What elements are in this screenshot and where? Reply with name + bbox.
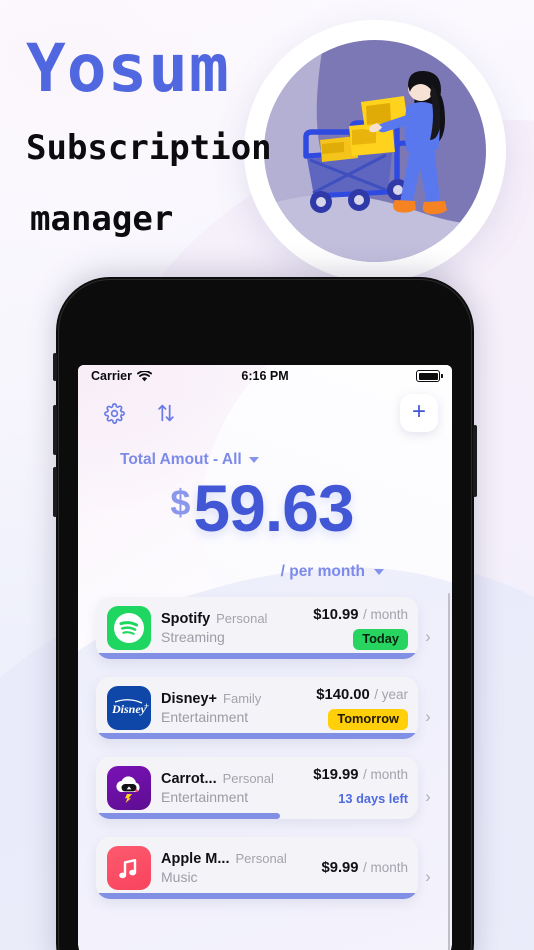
renewal-progress-bar bbox=[96, 653, 418, 660]
subscription-name: Spotify bbox=[161, 611, 211, 628]
subscription-list: Spotify Personal Streaming $10.99 / mont… bbox=[78, 597, 452, 917]
subscription-card-spotify[interactable]: Spotify Personal Streaming $10.99 / mont… bbox=[96, 597, 418, 660]
subscription-price-block: $19.99 / month 13 days left bbox=[309, 766, 408, 810]
renewal-progress-bar bbox=[96, 893, 418, 900]
subscription-price-block: $10.99 / month Today bbox=[309, 606, 408, 651]
person-pulling-cart-with-boxes-icon bbox=[264, 40, 486, 262]
brand-subtitle-line-1: Subscription bbox=[26, 128, 272, 168]
subscription-price: $140.00 bbox=[316, 687, 370, 704]
disney-plus-icon: Disney + bbox=[107, 686, 151, 731]
renewal-progress-bar bbox=[96, 733, 418, 740]
list-item[interactable]: Disney + Disney+ Family Entertainment $1… bbox=[96, 677, 438, 757]
phone-device-frame: Carrier 6:16 PM + Total Amout - All $ 59… bbox=[53, 277, 477, 950]
total-amount-filter[interactable]: Total Amout - All bbox=[120, 451, 452, 469]
period-label: / per month bbox=[280, 563, 365, 580]
phone-mute-switch[interactable] bbox=[53, 353, 57, 381]
chevron-right-icon[interactable]: › bbox=[418, 867, 438, 887]
renewal-progress-bar bbox=[96, 813, 418, 820]
list-item[interactable]: Spotify Personal Streaming $10.99 / mont… bbox=[96, 597, 438, 677]
chevron-down-icon bbox=[248, 457, 259, 463]
subscription-texts: Carrot... Personal Entertainment bbox=[161, 771, 309, 805]
total-summary: Total Amout - All $ 59.63 / per month bbox=[78, 439, 452, 581]
hero-illustration-badge bbox=[244, 20, 506, 282]
subscription-cycle: / month bbox=[362, 767, 408, 783]
spotify-icon bbox=[107, 606, 151, 651]
subscription-name: Disney+ bbox=[161, 691, 218, 708]
status-badge: Today bbox=[353, 629, 408, 651]
add-subscription-button[interactable]: + bbox=[400, 394, 438, 432]
phone-volume-down-button[interactable] bbox=[53, 467, 57, 517]
subscription-category: Entertainment bbox=[161, 789, 249, 806]
status-bar-clock: 6:16 PM bbox=[241, 369, 289, 383]
ios-status-bar: Carrier 6:16 PM bbox=[78, 365, 452, 387]
list-item[interactable]: Apple M... Personal Music $9.99 / month bbox=[96, 837, 438, 917]
subscription-plan: Family bbox=[223, 691, 262, 707]
subscription-category: Music bbox=[161, 869, 198, 886]
status-badge: 13 days left bbox=[338, 791, 408, 807]
gear-icon[interactable] bbox=[100, 399, 128, 427]
sort-arrows-icon[interactable] bbox=[152, 399, 180, 427]
subscription-card-apple-music[interactable]: Apple M... Personal Music $9.99 / month bbox=[96, 837, 418, 900]
subscription-category: Entertainment bbox=[161, 709, 249, 726]
status-badge: Tomorrow bbox=[328, 709, 408, 731]
total-amount-value: 59.63 bbox=[193, 471, 354, 545]
apple-music-icon bbox=[107, 846, 151, 891]
subscription-price: $19.99 bbox=[313, 767, 359, 784]
phone-power-button[interactable] bbox=[473, 425, 477, 497]
brand-subtitle-line-2: manager bbox=[30, 199, 174, 240]
subscription-price-block: $140.00 / year Tomorrow bbox=[312, 686, 408, 731]
total-amount-row: $ 59.63 bbox=[78, 475, 452, 541]
subscription-name: Apple M... bbox=[161, 851, 230, 868]
list-scrollbar[interactable] bbox=[447, 593, 450, 950]
list-item[interactable]: Carrot... Personal Entertainment $19.99 … bbox=[96, 757, 438, 837]
brand-title: Yosum bbox=[26, 30, 230, 107]
chevron-right-icon[interactable]: › bbox=[418, 787, 438, 807]
svg-text:+: + bbox=[144, 701, 149, 711]
hero-illustration bbox=[264, 40, 486, 262]
subscription-texts: Disney+ Family Entertainment bbox=[161, 691, 312, 725]
brand-header: Yosum Subscription manager bbox=[26, 36, 272, 245]
carrot-weather-icon bbox=[107, 766, 151, 811]
chevron-right-icon[interactable]: › bbox=[418, 707, 438, 727]
svg-text:Disney: Disney bbox=[111, 702, 147, 716]
subscription-texts: Spotify Personal Streaming bbox=[161, 611, 309, 645]
currency-symbol: $ bbox=[170, 482, 191, 523]
phone-volume-up-button[interactable] bbox=[53, 405, 57, 455]
subscription-plan: Personal bbox=[235, 851, 287, 867]
phone-screen: Carrier 6:16 PM + Total Amout - All $ 59… bbox=[78, 365, 452, 950]
app-root: Carrier 6:16 PM + Total Amout - All $ 59… bbox=[78, 365, 452, 950]
subscription-cycle: / month bbox=[362, 607, 408, 622]
subscription-card-carrot-weather[interactable]: Carrot... Personal Entertainment $19.99 … bbox=[96, 757, 418, 820]
subscription-price: $9.99 bbox=[321, 860, 359, 877]
subscription-plan: Personal bbox=[216, 611, 268, 627]
total-amount-label: Total Amout - All bbox=[120, 451, 242, 468]
subscription-cycle: / year bbox=[374, 687, 408, 703]
subscription-cycle: / month bbox=[362, 860, 408, 876]
subscription-price-block: $9.99 / month bbox=[317, 859, 408, 877]
subscription-texts: Apple M... Personal Music bbox=[161, 851, 317, 885]
subscription-category: Streaming bbox=[161, 629, 225, 646]
app-toolbar: + bbox=[78, 387, 452, 439]
subscription-price: $10.99 bbox=[313, 607, 359, 623]
subscription-name: Carrot... bbox=[161, 771, 217, 788]
chevron-down-icon bbox=[374, 569, 384, 575]
chevron-right-icon[interactable]: › bbox=[418, 627, 438, 647]
subscription-plan: Personal bbox=[222, 771, 274, 787]
period-selector[interactable]: / per month bbox=[78, 563, 452, 581]
subscription-card-disney-plus[interactable]: Disney + Disney+ Family Entertainment $1… bbox=[96, 677, 418, 740]
